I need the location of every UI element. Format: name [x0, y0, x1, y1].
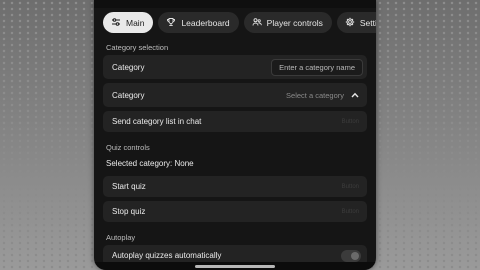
autoplay-section-title: Autoplay: [106, 233, 136, 242]
gear-icon: [345, 17, 355, 29]
quiz-section-title: Quiz controls: [106, 143, 150, 152]
quiz-panel: Main Leaderboard Player controls Setting…: [94, 0, 376, 270]
panel-top-edge: [94, 0, 376, 8]
category-name-input[interactable]: Enter a category name: [271, 58, 363, 76]
send-category-list-label: Send category list in chat: [112, 117, 202, 126]
autoplay-toggle[interactable]: [341, 249, 361, 262]
sliders-icon: [111, 17, 121, 29]
category-dropdown[interactable]: Select a category: [286, 91, 363, 100]
category-section-title: Category selection: [106, 43, 169, 52]
tab-leaderboard-label: Leaderboard: [181, 17, 230, 28]
category-dropdown-row[interactable]: Category Select a category: [103, 83, 367, 107]
home-indicator-bar: [195, 265, 275, 268]
send-category-list-button[interactable]: Send category list in chat Button: [103, 111, 367, 132]
tab-leaderboard[interactable]: Leaderboard: [158, 12, 239, 33]
category-dropdown-label: Category: [112, 90, 145, 100]
people-icon: [252, 17, 262, 29]
category-dropdown-value: Select a category: [286, 90, 344, 100]
start-quiz-label: Start quiz: [112, 182, 146, 191]
selected-category-text: Selected category: None: [106, 159, 194, 168]
selected-category-status: Selected category: None: [103, 155, 367, 172]
autoplay-label: Autoplay quizzes automatically: [112, 251, 222, 260]
tab-player-controls-label: Player controls: [266, 17, 323, 28]
send-category-list-action: Button: [341, 118, 359, 125]
category-input-row: Category Enter a category name: [103, 55, 367, 79]
tab-settings-label: Settings: [359, 17, 376, 28]
stop-quiz-button[interactable]: Stop quiz Button: [103, 201, 367, 222]
tab-bar: Main Leaderboard Player controls Setting…: [94, 8, 376, 36]
category-input-placeholder: Enter a category name: [279, 62, 355, 72]
chevron-up-icon: [351, 91, 359, 100]
tab-main[interactable]: Main: [103, 12, 154, 33]
bottom-edge: [94, 262, 376, 270]
stop-quiz-action: Button: [341, 208, 359, 215]
tab-main-label: Main: [126, 17, 145, 28]
start-quiz-button[interactable]: Start quiz Button: [103, 176, 367, 197]
tab-settings[interactable]: Settings: [336, 12, 376, 33]
trophy-icon: [166, 17, 176, 29]
start-quiz-action: Button: [341, 183, 359, 190]
category-input-label: Category: [112, 62, 145, 72]
tab-player-controls[interactable]: Player controls: [243, 12, 332, 33]
stop-quiz-label: Stop quiz: [112, 207, 146, 216]
